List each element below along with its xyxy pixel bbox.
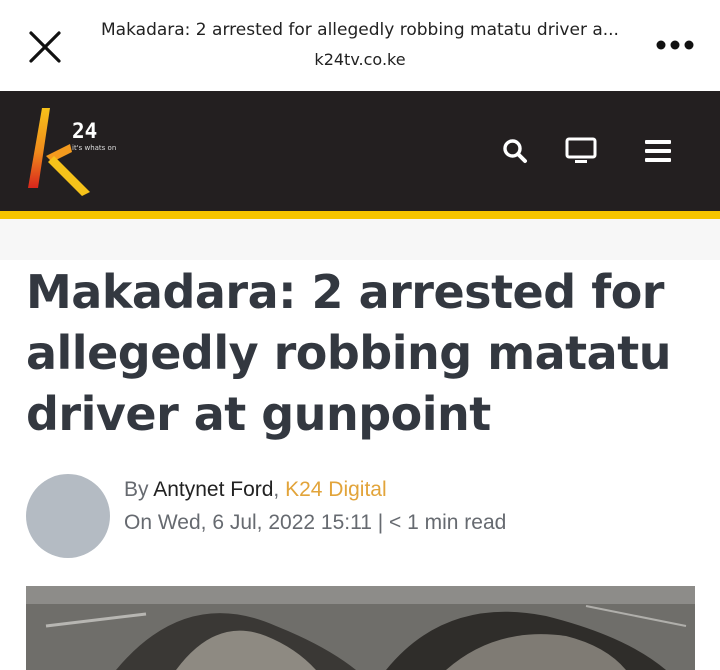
- author-name[interactable]: Antynet Ford: [153, 478, 273, 501]
- menu-icon: [645, 140, 671, 162]
- article-date-readtime: On Wed, 6 Jul, 2022 15:11 | < 1 min read: [124, 511, 507, 534]
- logo-tagline: it's whats on: [72, 144, 116, 152]
- k24-logo[interactable]: 24 it's whats on: [24, 104, 124, 199]
- article-byline: By Antynet Ford, K24 Digital: [124, 478, 387, 502]
- tv-button[interactable]: [562, 134, 600, 168]
- more-options-button[interactable]: [648, 30, 702, 60]
- author-organization-link[interactable]: K24 Digital: [285, 478, 387, 501]
- search-icon: [503, 139, 527, 163]
- k24-logo-icon: 24 it's whats on: [28, 108, 116, 196]
- accent-bar: [0, 211, 720, 219]
- byline-separator: ,: [273, 478, 286, 501]
- search-button[interactable]: [496, 134, 534, 168]
- logo-number: 24: [72, 119, 97, 143]
- sub-header-strip: [0, 219, 720, 260]
- browser-top-bar: Makadara: 2 arrested for allegedly robbi…: [0, 0, 720, 92]
- close-button[interactable]: [24, 26, 66, 68]
- close-icon: [29, 31, 61, 63]
- author-avatar[interactable]: [26, 474, 110, 558]
- browser-page-title: Makadara: 2 arrested for allegedly robbi…: [101, 20, 619, 40]
- handcuffs-image: [26, 586, 695, 670]
- tv-icon: [565, 137, 597, 163]
- menu-button[interactable]: [639, 134, 677, 168]
- more-horizontal-icon: [656, 40, 694, 50]
- article-hero-image: [26, 586, 695, 670]
- browser-page-url: k24tv.co.ke: [314, 50, 406, 69]
- article-headline: Makadara: 2 arrested for allegedly robbi…: [26, 265, 671, 441]
- byline-prefix: By: [124, 478, 154, 501]
